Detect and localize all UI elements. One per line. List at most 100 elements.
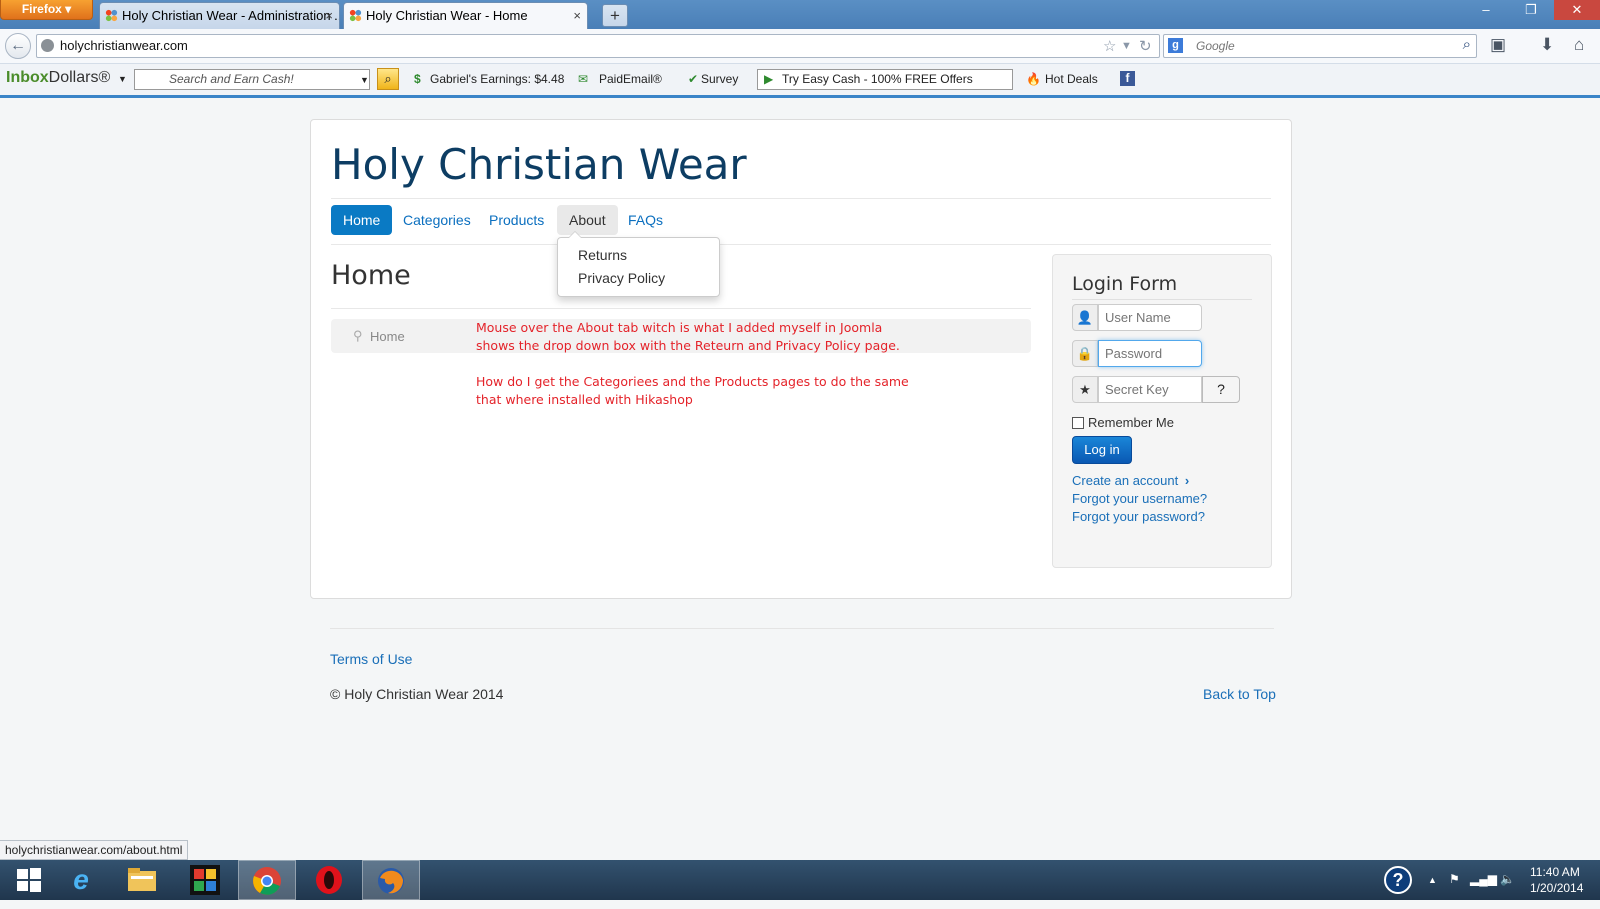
joomla-favicon-icon — [349, 9, 362, 22]
forgot-password-link[interactable]: Forgot your password? — [1072, 509, 1205, 524]
nav-products[interactable]: Products — [477, 205, 556, 235]
forgot-username-link[interactable]: Forgot your username? — [1072, 491, 1207, 506]
password-input[interactable] — [1098, 340, 1202, 367]
magnifier-icon[interactable]: ⌕ — [1463, 36, 1471, 53]
create-account-label: Create an account — [1072, 473, 1179, 488]
annotation-line-3: How do I get the Categoriees and the Pro… — [476, 374, 909, 389]
footer-divider — [330, 628, 1274, 629]
lock-icon: 🔒 — [1072, 340, 1098, 367]
help-tray-icon[interactable]: ? — [1384, 866, 1412, 894]
windows-start-icon[interactable] — [0, 860, 58, 900]
heading-divider — [331, 308, 1031, 309]
firefox-icon[interactable] — [362, 860, 420, 900]
offers-ticker[interactable]: ▶ Try Easy Cash - 100% FREE Offers — [757, 69, 1013, 90]
file-explorer-icon[interactable] — [113, 860, 171, 900]
site-title[interactable]: Holy Christian Wear — [331, 140, 747, 189]
search-bar[interactable]: g Google ⌕ — [1163, 34, 1477, 58]
url-bar[interactable]: holychristianwear.com ☆ ▼ ↻ — [36, 34, 1160, 58]
opera-icon[interactable] — [300, 860, 358, 900]
tab-close-icon[interactable]: × — [573, 3, 581, 28]
tab-administration[interactable]: Holy Christian Wear - Administration ...… — [99, 2, 340, 29]
toolbar-search-dropdown-icon[interactable]: ▼ — [360, 75, 369, 85]
location-pin-icon: ⚲ — [353, 328, 363, 343]
search-placeholder[interactable]: Google — [1196, 39, 1235, 53]
hot-deals-button[interactable]: Hot Deals — [1045, 72, 1098, 86]
tab-home[interactable]: Holy Christian Wear - Home × — [343, 2, 588, 29]
play-icon: ▶ — [764, 72, 774, 86]
internet-explorer-icon[interactable]: e — [52, 860, 110, 900]
minimize-button[interactable]: – — [1464, 0, 1508, 20]
toolbar-search-input[interactable]: Search and Earn Cash! — [134, 69, 370, 90]
nav-categories[interactable]: Categories — [391, 205, 483, 235]
about-dropdown-menu: Returns Privacy Policy — [557, 231, 720, 297]
page-heading: Home — [331, 260, 411, 291]
url-text[interactable]: holychristianwear.com — [60, 38, 188, 53]
toolbar-search-button-icon[interactable]: ⌕ — [377, 68, 399, 90]
nav-faqs[interactable]: FAQs — [616, 205, 675, 235]
windows-taskbar: e ? ▲ ⚑ ▂▄▆ 🔈 11:40 AM 1/20/2014 — [0, 860, 1600, 900]
network-signal-icon[interactable]: ▂▄▆ — [1470, 872, 1497, 886]
downloads-icon[interactable]: ⬇ — [1540, 35, 1554, 55]
tab-close-icon[interactable]: × — [325, 3, 333, 28]
paid-email-button[interactable]: PaidEmail® — [599, 72, 662, 86]
status-bar-url: holychristianwear.com/about.html — [0, 840, 189, 860]
star-icon: ★ — [1072, 376, 1098, 403]
facebook-icon[interactable]: f — [1120, 71, 1135, 86]
dropdown-item-privacy-policy[interactable]: Privacy Policy — [578, 270, 665, 286]
bookmarks-menu-icon[interactable]: ▣ — [1490, 35, 1506, 55]
firefox-menu-button[interactable]: Firefox ▾ — [0, 0, 93, 20]
flame-icon: 🔥 — [1026, 72, 1041, 86]
logo-dropdown-icon[interactable]: ▼ — [118, 74, 127, 84]
survey-button[interactable]: Survey — [701, 72, 738, 86]
question-icon[interactable]: ? — [1202, 376, 1240, 403]
dropdown-item-returns[interactable]: Returns — [578, 247, 627, 263]
terms-of-use-link[interactable]: Terms of Use — [330, 651, 412, 667]
restore-button[interactable]: ❐ — [1509, 0, 1553, 20]
annotation-line-4: that where installed with Hikashop — [476, 392, 693, 407]
login-form: Login Form 👤 🔒 ★ ? Remember Me Log in Cr… — [1052, 254, 1272, 568]
earnings-label[interactable]: Gabriel's Earnings: $4.48 — [430, 72, 564, 86]
nav-home[interactable]: Home — [331, 205, 393, 235]
home-icon[interactable]: ⌂ — [1574, 35, 1584, 55]
back-arrow-icon[interactable]: ← — [5, 33, 31, 59]
secret-key-input[interactable] — [1098, 376, 1202, 403]
remember-me-label[interactable]: Remember Me — [1088, 415, 1174, 430]
clock-date[interactable]: 1/20/2014 — [1530, 881, 1583, 895]
remember-me-checkbox[interactable] — [1072, 417, 1084, 429]
offers-text: Try Easy Cash - 100% FREE Offers — [782, 72, 973, 86]
google-engine-icon[interactable]: g — [1168, 38, 1183, 53]
username-input[interactable] — [1098, 304, 1202, 331]
inboxdollars-logo[interactable]: InboxDollars® — [6, 69, 110, 87]
chevron-right-icon: › — [1184, 473, 1190, 488]
breadcrumb-home[interactable]: Home — [370, 329, 405, 344]
email-icon: ✉ — [578, 72, 589, 86]
new-tab-button[interactable]: + — [602, 4, 628, 27]
puzzle-app-icon[interactable] — [176, 860, 234, 900]
inboxdollars-toolbar: InboxDollars® ▼ Search and Earn Cash! ▼ … — [0, 64, 1600, 98]
action-center-flag-icon[interactable]: ⚑ — [1449, 872, 1460, 886]
url-history-dropdown-icon[interactable]: ▼ — [1121, 40, 1132, 52]
globe-icon — [41, 39, 54, 52]
show-hidden-icons-icon[interactable]: ▲ — [1428, 875, 1437, 885]
copyright-text: © Holy Christian Wear 2014 — [330, 686, 504, 702]
create-account-link[interactable]: Create an account › — [1072, 473, 1189, 488]
annotation-line-2: shows the drop down box with the Reteurn… — [476, 338, 900, 353]
close-window-button[interactable]: ✕ — [1554, 0, 1600, 20]
user-icon: 👤 — [1072, 304, 1098, 331]
clock-time[interactable]: 11:40 AM — [1530, 865, 1580, 879]
nav-about[interactable]: About — [557, 205, 618, 235]
tab-title: Holy Christian Wear - Home — [366, 8, 528, 23]
chrome-icon[interactable] — [238, 860, 296, 900]
volume-icon[interactable]: 🔈 — [1500, 872, 1515, 886]
reload-icon[interactable]: ↻ — [1139, 37, 1152, 55]
dollar-icon: $ — [414, 72, 421, 86]
bookmark-star-icon[interactable]: ☆ — [1103, 37, 1116, 55]
header-divider — [331, 198, 1271, 199]
login-button[interactable]: Log in — [1072, 436, 1132, 464]
logo-suffix: Dollars® — [48, 69, 111, 86]
tab-title: Holy Christian Wear - Administration ... — [122, 8, 340, 23]
login-title-divider — [1072, 299, 1252, 300]
site-container: Holy Christian Wear Home Categories Prod… — [310, 119, 1292, 599]
back-to-top-link[interactable]: Back to Top — [1203, 686, 1276, 702]
annotation-line-1: Mouse over the About tab witch is what I… — [476, 320, 883, 335]
